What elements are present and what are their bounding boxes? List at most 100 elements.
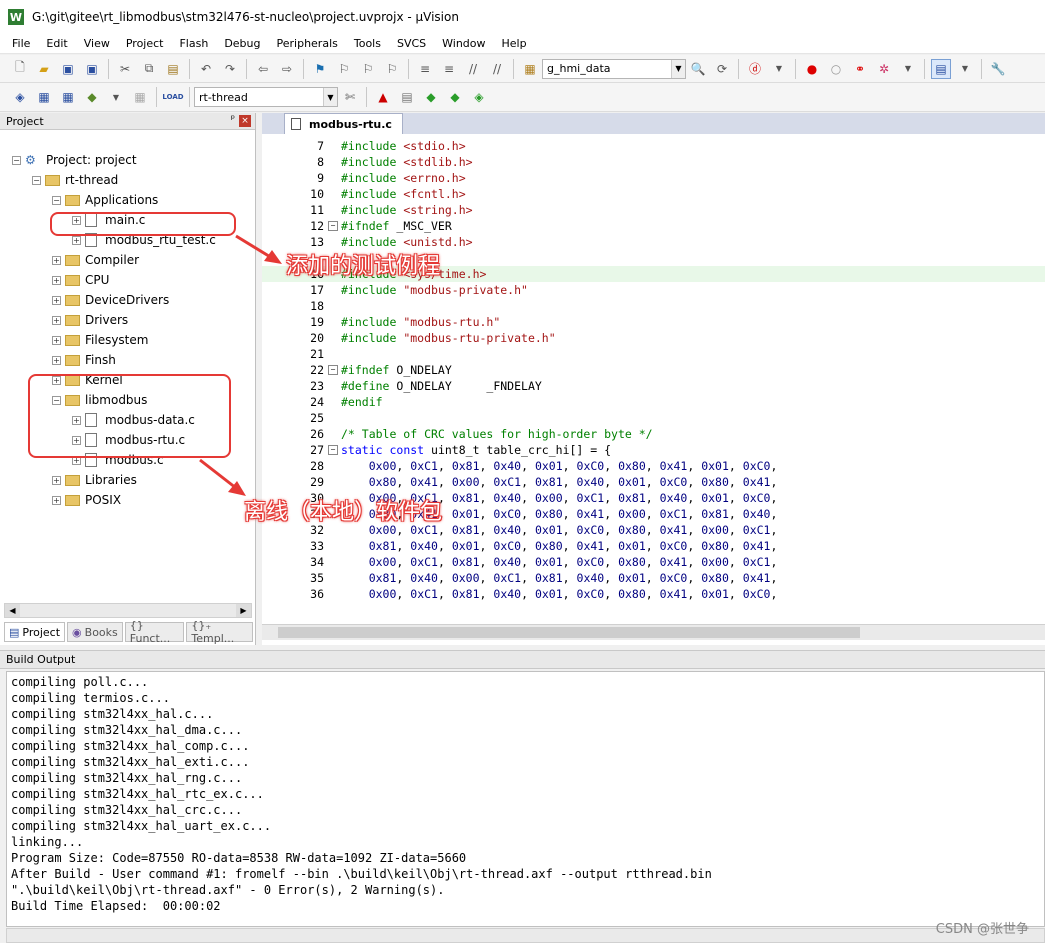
tree-item-libraries[interactable]: + Libraries	[52, 470, 137, 490]
window-layout-icon[interactable]: ▤	[931, 58, 951, 79]
menu-debug[interactable]: Debug	[216, 37, 268, 50]
breakpoint-icon[interactable]: ●	[802, 59, 822, 79]
tree-item-posix[interactable]: + POSIX	[52, 490, 121, 510]
close-icon[interactable]: ×	[239, 115, 251, 127]
select-packs-icon[interactable]: ◆	[421, 87, 441, 107]
expand-icon[interactable]: +	[52, 475, 61, 485]
chevron-down-icon[interactable]: ▼	[323, 88, 337, 106]
chevron-down-icon[interactable]: ▼	[955, 59, 975, 79]
tab-functions[interactable]: {} Funct...	[124, 619, 185, 645]
code-line[interactable]: 27− static const uint8_t table_crc_hi[] =…	[262, 442, 1045, 458]
code-line[interactable]: 28 0x00, 0xC1, 0x81, 0x40, 0x01, 0xC0, 0…	[262, 458, 1045, 474]
rebuild-icon[interactable]: ▦	[58, 87, 78, 107]
code-line[interactable]: 8 #include <stdlib.h>	[262, 154, 1045, 170]
new-file-icon[interactable]: 🗋	[10, 59, 30, 79]
code-area[interactable]: 7 #include <stdio.h> 8 #include <stdlib.h> 9…	[262, 138, 1045, 624]
find-icon[interactable]: 🔍	[688, 59, 708, 79]
expand-icon[interactable]: +	[52, 335, 61, 345]
editor-hscrollbar[interactable]	[262, 624, 1045, 640]
tab-templates[interactable]: {}₊ Templ...	[186, 619, 253, 645]
expand-icon[interactable]: +	[52, 495, 61, 505]
next-bookmark-icon[interactable]: ⚐	[358, 59, 378, 79]
code-line[interactable]: 17 #include "modbus-private.h"	[262, 282, 1045, 298]
code-line[interactable]: 12− #ifndef _MSC_VER	[262, 218, 1045, 234]
find-in-files-icon[interactable]: ▦	[520, 59, 540, 79]
pack-installer-icon[interactable]: ▤	[397, 87, 417, 107]
uncomment-icon[interactable]: //	[487, 59, 507, 79]
unindent-icon[interactable]: ≡	[439, 59, 459, 79]
expand-icon[interactable]: +	[72, 235, 81, 245]
tree-root[interactable]: − ⚙ Project: project	[12, 150, 137, 170]
menu-project[interactable]: Project	[118, 37, 172, 50]
expand-icon[interactable]: +	[52, 275, 61, 285]
build-output-console[interactable]: compiling poll.c... compiling termios.c..…	[6, 671, 1045, 927]
code-line[interactable]: 35 0x81, 0x40, 0x00, 0xC1, 0x81, 0x40, 0…	[262, 570, 1045, 586]
download-icon[interactable]: LOAD	[162, 87, 183, 107]
code-line[interactable]: 26 /* Table of CRC values for high-order …	[262, 426, 1045, 442]
paste-icon[interactable]: ▤	[163, 59, 183, 79]
code-line[interactable]: 19 #include "modbus-rtu.h"	[262, 314, 1045, 330]
find-combo[interactable]: g_hmi_data ▼	[542, 58, 686, 79]
incremental-find-icon[interactable]: ⟳	[712, 59, 732, 79]
code-line[interactable]: 22− #ifndef O_NDELAY	[262, 362, 1045, 378]
code-line[interactable]: 36 0x00, 0xC1, 0x81, 0x40, 0x01, 0xC0, 0…	[262, 586, 1045, 602]
bookmark-icon[interactable]: ⚑	[310, 59, 330, 79]
expand-icon[interactable]: +	[52, 355, 61, 365]
pin-icon[interactable]: ᵖ	[231, 114, 235, 125]
menu-window[interactable]: Window	[434, 37, 493, 50]
tab-project[interactable]: ▤ Project	[4, 622, 66, 642]
menu-view[interactable]: View	[76, 37, 118, 50]
scroll-left-icon[interactable]: ◀	[5, 604, 20, 617]
prev-bookmark-icon[interactable]: ⚐	[334, 59, 354, 79]
target-combo[interactable]: rt-thread ▼	[194, 87, 338, 107]
tree-item-filesystem[interactable]: + Filesystem	[52, 330, 148, 350]
translate-icon[interactable]: ◈	[10, 87, 30, 107]
stop-build-icon[interactable]: ▦	[130, 87, 150, 107]
build-hscrollbar[interactable]	[6, 928, 1045, 943]
save-icon[interactable]: ▣	[58, 59, 78, 79]
expand-icon[interactable]: +	[52, 295, 61, 305]
scroll-right-icon[interactable]: ▶	[236, 604, 251, 617]
disable-breakpoint-icon[interactable]: ○	[826, 59, 846, 79]
comment-icon[interactable]: //	[463, 59, 483, 79]
code-line[interactable]: 7 #include <stdio.h>	[262, 138, 1045, 154]
menu-tools[interactable]: Tools	[346, 37, 389, 50]
tree-item-finsh[interactable]: + Finsh	[52, 350, 116, 370]
code-line[interactable]: 23 #define O_NDELAY _FNDELAY	[262, 378, 1045, 394]
nav-forward-icon[interactable]: ⇨	[277, 59, 297, 79]
batch-build-icon[interactable]: ◆	[82, 87, 102, 107]
tree-item-compiler[interactable]: + Compiler	[52, 250, 139, 270]
collapse-icon[interactable]: −	[32, 175, 41, 185]
code-line[interactable]: 29 0x80, 0x41, 0x00, 0xC1, 0x81, 0x40, 0…	[262, 474, 1045, 490]
tree-item-cpu[interactable]: + CPU	[52, 270, 109, 290]
build-icon[interactable]: ▦	[34, 87, 54, 107]
scrollbar-thumb[interactable]	[278, 627, 860, 638]
target-options-icon[interactable]: ✄	[340, 87, 360, 107]
manage-components-icon[interactable]: ▲	[373, 87, 393, 107]
kill-breakpoints-icon[interactable]: ⚭	[850, 59, 870, 79]
tree-item-applications[interactable]: − Applications	[52, 190, 158, 210]
copy-icon[interactable]: ⧉	[139, 59, 159, 79]
expand-icon[interactable]: +	[52, 315, 61, 325]
tree-item-devicedrivers[interactable]: + DeviceDrivers	[52, 290, 169, 310]
open-folder-icon[interactable]: ▰	[34, 59, 54, 79]
software-packs-icon[interactable]: ◈	[469, 87, 489, 107]
code-line[interactable]: 9 #include <errno.h>	[262, 170, 1045, 186]
chevron-down-icon[interactable]: ▼	[106, 87, 126, 107]
menu-edit[interactable]: Edit	[38, 37, 75, 50]
wrench-icon[interactable]: 🔧	[988, 59, 1008, 79]
tab-modbus-rtu-c[interactable]: modbus-rtu.c	[284, 113, 403, 134]
runtime-env-icon[interactable]: ◆	[445, 87, 465, 107]
project-hscrollbar[interactable]: ◀ ▶	[4, 603, 252, 618]
indent-icon[interactable]: ≡	[415, 59, 435, 79]
code-line[interactable]: 34 0x00, 0xC1, 0x81, 0x40, 0x01, 0xC0, 0…	[262, 554, 1045, 570]
code-line[interactable]: 10 #include <fcntl.h>	[262, 186, 1045, 202]
fold-icon[interactable]: −	[328, 221, 338, 231]
chevron-down-icon[interactable]: ▼	[898, 59, 918, 79]
redo-icon[interactable]: ↷	[220, 59, 240, 79]
fold-icon[interactable]: −	[328, 365, 338, 375]
menu-peripherals[interactable]: Peripherals	[269, 37, 346, 50]
config-icon[interactable]: ✲	[874, 59, 894, 79]
tree-group[interactable]: − rt-thread	[32, 170, 118, 190]
code-line[interactable]: 21	[262, 346, 1045, 362]
